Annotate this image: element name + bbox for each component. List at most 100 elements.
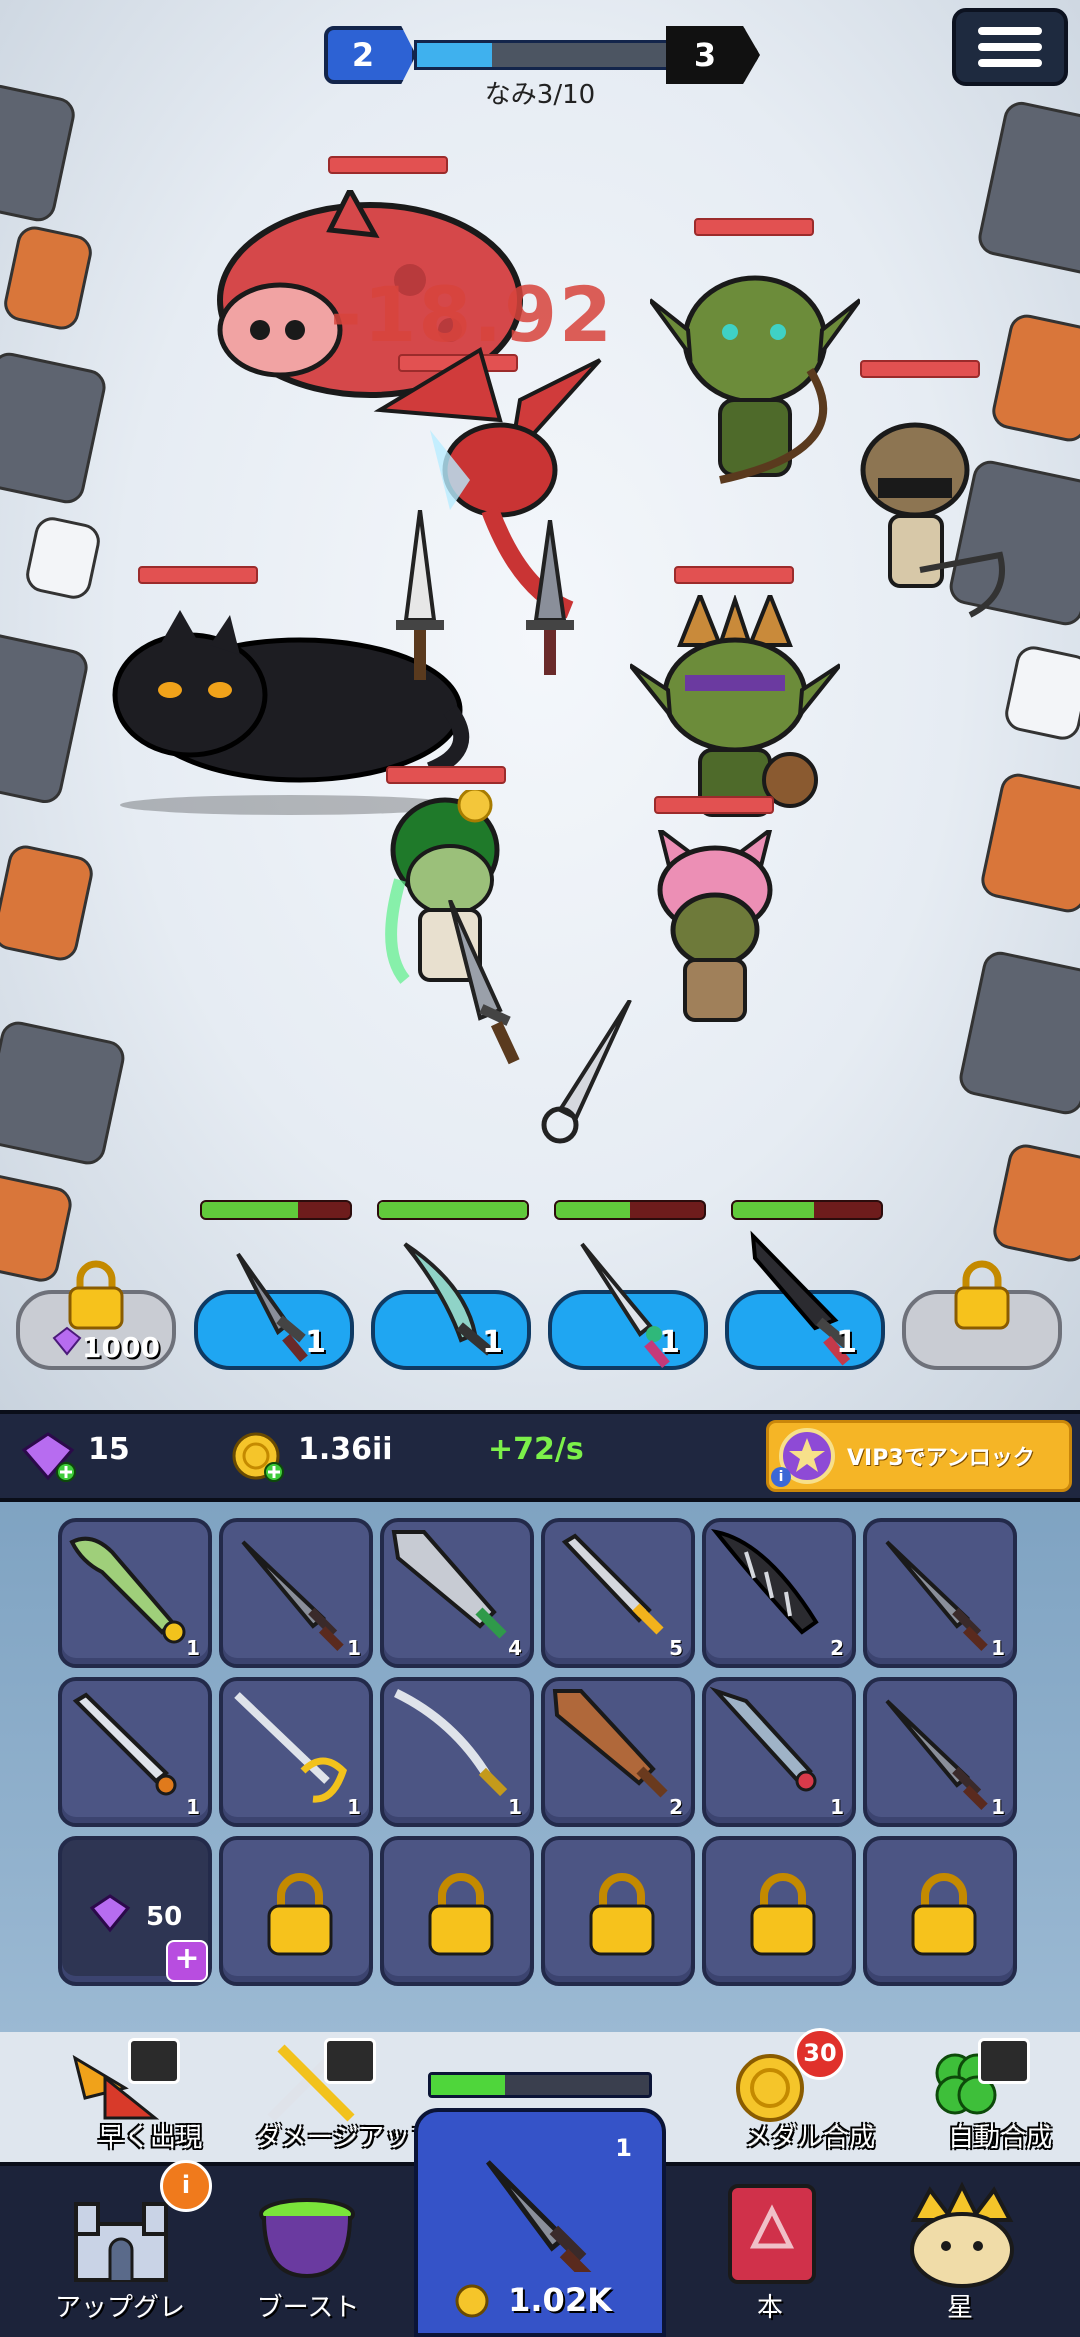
inventory-cell[interactable]: 1 — [380, 1677, 534, 1827]
item-level: 1 — [186, 1795, 200, 1819]
battlefield: 2 3 なみ3/10 -18.92 1000 1 1 1 1 — [0, 0, 1080, 1410]
hero-slot[interactable]: 1 — [194, 1252, 354, 1370]
gem-icon — [52, 1326, 82, 1356]
inventory-cell[interactable]: 2 — [702, 1518, 856, 1668]
rock — [1001, 643, 1080, 743]
hero-hp-fill — [556, 1202, 630, 1218]
rock — [0, 349, 109, 507]
rock — [975, 98, 1080, 278]
enemy-hp-bar — [694, 218, 814, 236]
gold-rate: +72/s — [488, 1432, 584, 1467]
hero-hp-fill — [733, 1202, 815, 1218]
lock-icon — [954, 1260, 1010, 1330]
lock-icon — [750, 1873, 816, 1956]
info-icon[interactable]: i — [771, 1467, 791, 1487]
vip-unlock-banner[interactable]: VIP3でアンロック i — [766, 1420, 1072, 1492]
inventory-cell[interactable]: 1 — [863, 1518, 1017, 1668]
item-level: 2 — [830, 1636, 844, 1660]
summon-progress-fill — [431, 2075, 506, 2095]
next-stage: 3 — [666, 26, 760, 84]
enemy-hp-bar — [328, 156, 448, 174]
inventory-cell[interactable]: 1 — [219, 1518, 373, 1668]
lock-icon — [589, 1873, 655, 1956]
enemy-hp-bar — [138, 566, 258, 584]
notification-badge: 30 — [794, 2028, 846, 2080]
slot-level: 1 — [659, 1325, 680, 1360]
goblin-archer-enemy — [650, 275, 860, 484]
buy-slot-cost: 50 — [146, 1902, 183, 1932]
video-ad-icon — [978, 2038, 1030, 2084]
locked-cell — [219, 1836, 373, 1986]
summon-weapon-button[interactable]: 1 1.02K — [414, 2108, 666, 2337]
summon-count: 1 — [615, 2134, 632, 2162]
nav-star[interactable]: 星 — [860, 2174, 1060, 2334]
inventory-cell[interactable]: 1 — [219, 1677, 373, 1827]
gold-coin-icon[interactable] — [230, 1430, 286, 1484]
hero-slot-locked[interactable]: 1000 — [16, 1260, 176, 1370]
inventory-cell[interactable]: 5 — [541, 1518, 695, 1668]
item-level: 1 — [347, 1636, 361, 1660]
buy-slot-button[interactable]: 50 + — [58, 1836, 212, 1986]
inventory-cell[interactable]: 1 — [702, 1677, 856, 1827]
lock-icon — [267, 1873, 333, 1956]
lock-icon — [911, 1873, 977, 1956]
rock — [978, 770, 1080, 916]
lock-icon — [68, 1260, 124, 1330]
nav-label: アップグレ — [54, 2293, 185, 2323]
hero-slot[interactable]: 1 — [371, 1242, 531, 1370]
crown-lion-icon — [910, 2181, 1014, 2288]
pink-haired-goblin-enemy — [657, 830, 773, 1022]
enemy-hp-bar — [386, 766, 506, 784]
action-label: メダル合成 — [744, 2123, 875, 2153]
hero-slot[interactable]: 1 — [548, 1242, 708, 1370]
menu-button[interactable] — [952, 8, 1068, 86]
lock-icon — [428, 1873, 494, 1956]
item-level: 1 — [508, 1795, 522, 1819]
inventory-cell[interactable]: 1 — [863, 1677, 1017, 1827]
inventory-cell[interactable]: 4 — [380, 1518, 534, 1668]
nav-boost[interactable]: ブースト — [208, 2174, 408, 2334]
hamburger-line — [978, 27, 1042, 35]
dagger-icon — [485, 2160, 593, 2272]
gold-count: 1.36ii — [298, 1432, 393, 1467]
item-level: 1 — [830, 1795, 844, 1819]
hero-slot[interactable]: 1 — [725, 1230, 885, 1370]
item-level: 4 — [508, 1636, 522, 1660]
rock — [0, 629, 91, 807]
hero-slot-locked[interactable] — [902, 1260, 1062, 1370]
locked-cell — [863, 1836, 1017, 1986]
castle-icon — [74, 2202, 168, 2282]
inventory-cell[interactable]: 1 — [58, 1677, 212, 1827]
enemy-hp-bar — [860, 360, 980, 378]
goblin-shaman-enemy — [630, 595, 840, 817]
locked-cell — [380, 1836, 534, 1986]
auto-merge-button[interactable]: 自動合成 — [910, 2038, 1052, 2153]
rock — [22, 513, 104, 603]
nav-book[interactable]: 本 — [670, 2174, 870, 2334]
nav-upgrade[interactable]: i アップグレ — [20, 2160, 220, 2334]
inventory-cell[interactable]: 2 — [541, 1677, 695, 1827]
enemy-hp-bar — [674, 566, 794, 584]
resource-bar: 15 1.36ii +72/s VIP3でアンロック i — [0, 1410, 1080, 1502]
gem-icon[interactable] — [22, 1432, 78, 1482]
rock — [0, 223, 96, 333]
video-ad-icon — [324, 2038, 376, 2084]
summon-price: 1.02K — [508, 2281, 612, 2319]
inventory-cell[interactable]: 1 — [58, 1518, 212, 1668]
medal-merge-button[interactable]: 30 メダル合成 — [720, 2028, 875, 2153]
sword-projectile — [448, 900, 520, 1065]
hero-hp-bar — [377, 1200, 529, 1220]
locked-cell — [702, 1836, 856, 1986]
spawn-faster-button[interactable]: 早く出現 — [60, 2038, 202, 2153]
sword-projectile — [541, 1000, 632, 1144]
rock — [0, 1171, 75, 1285]
nav-label: 星 — [946, 2293, 973, 2323]
damage-up-button[interactable]: ダメージアップ — [256, 2038, 436, 2153]
sword-projectile — [396, 510, 444, 680]
stage-progress-track — [414, 40, 670, 70]
hamburger-line — [978, 43, 1042, 51]
item-level: 1 — [991, 1636, 1005, 1660]
hero-hp-fill — [379, 1202, 527, 1218]
sword-projectile — [526, 520, 574, 675]
nav-label: 本 — [756, 2293, 783, 2323]
